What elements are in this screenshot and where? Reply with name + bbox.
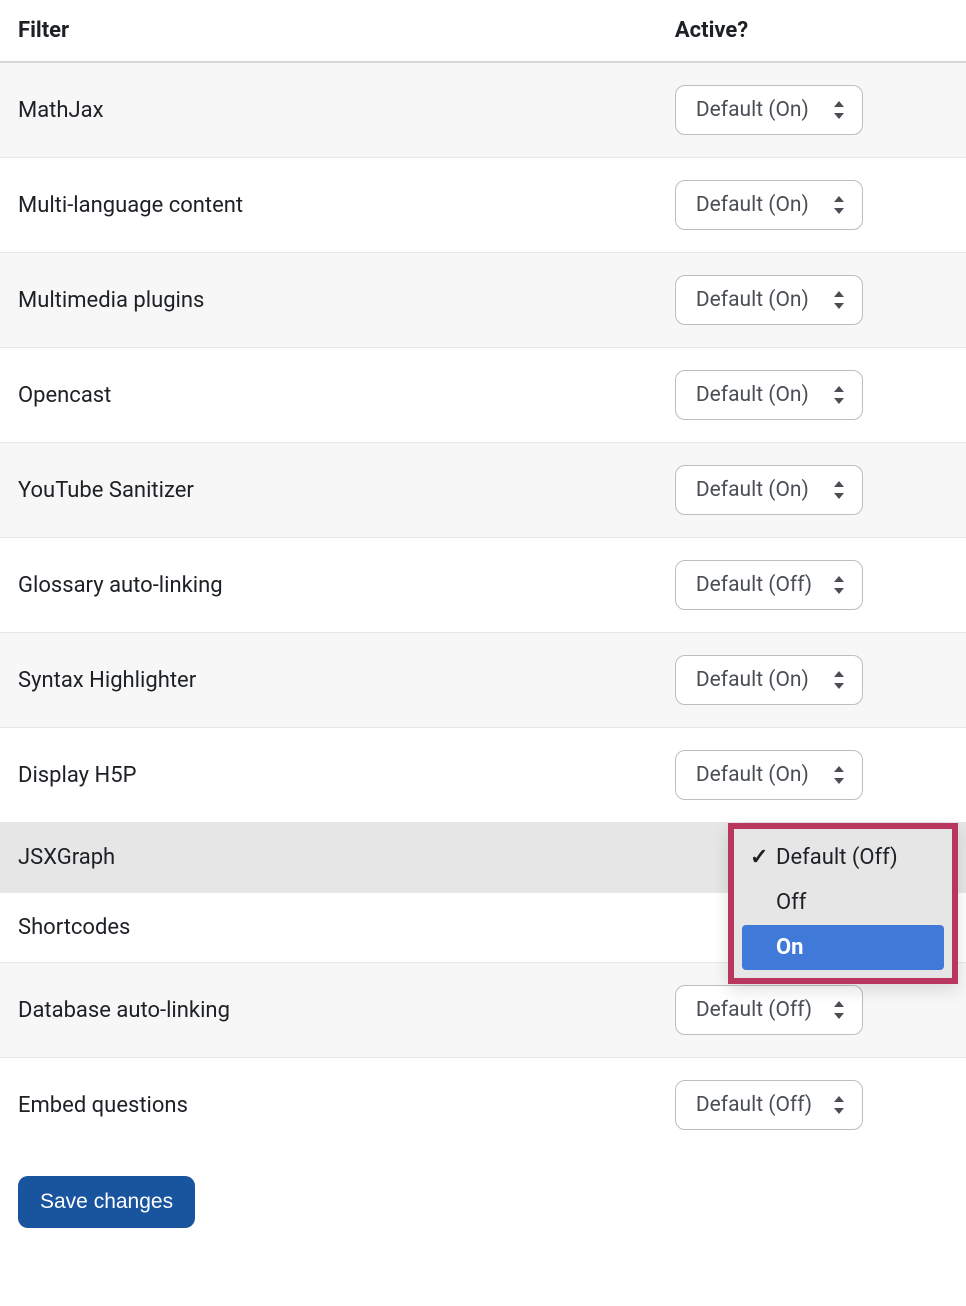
active-select-value: Default (Off): [696, 573, 812, 597]
filter-active-cell: Default (On): [657, 253, 966, 348]
dropdown-option[interactable]: ✓ Default (Off): [742, 835, 944, 880]
dropdown-option-label: Off: [776, 890, 806, 915]
table-row: YouTube Sanitizer Default (On): [0, 443, 966, 538]
filter-active-cell: Default (On): [657, 158, 966, 253]
active-select-value: Default (On): [696, 668, 809, 692]
active-select-value: Default (On): [696, 98, 809, 122]
table-row: Display H5P Default (On): [0, 728, 966, 823]
active-select[interactable]: Default (Off): [675, 1080, 863, 1130]
column-header-active: Active?: [657, 0, 966, 62]
dropdown-option-label: On: [776, 935, 804, 960]
filter-name: JSXGraph: [0, 823, 657, 893]
save-changes-button[interactable]: Save changes: [18, 1176, 195, 1228]
dropdown-option[interactable]: On: [742, 925, 944, 970]
active-select-value: Default (On): [696, 383, 809, 407]
table-row: Opencast Default (On): [0, 348, 966, 443]
filter-active-cell: Default (On): [657, 633, 966, 728]
table-row: Syntax Highlighter Default (On): [0, 633, 966, 728]
check-icon: ✓: [750, 845, 768, 870]
filter-active-cell: Default (Off): [657, 538, 966, 633]
active-select-value: Default (On): [696, 763, 809, 787]
chevron-updown-icon: [832, 766, 846, 784]
dropdown-option-label: Default (Off): [776, 845, 898, 870]
filter-name: Multimedia plugins: [0, 253, 657, 348]
table-row: Embed questions Default (Off): [0, 1058, 966, 1153]
active-select-value: Default (Off): [696, 1093, 812, 1117]
active-select-value: Default (On): [696, 193, 809, 217]
active-dropdown-open[interactable]: ✓ Default (Off) Off On: [728, 823, 958, 984]
filter-name: MathJax: [0, 62, 657, 158]
active-select[interactable]: Default (On): [675, 655, 863, 705]
chevron-updown-icon: [832, 1001, 846, 1019]
filter-active-cell: Default (Off): [657, 1058, 966, 1153]
table-row: Multimedia plugins Default (On): [0, 253, 966, 348]
filter-active-cell: ✓Default (Off)OffOn: [657, 823, 966, 893]
filters-table: Filter Active? MathJaxDefault (On)Multi-…: [0, 0, 966, 1152]
dropdown-option[interactable]: Off: [742, 880, 944, 925]
table-row: Glossary auto-linking Default (Off): [0, 538, 966, 633]
chevron-updown-icon: [832, 101, 846, 119]
active-select-value: Default (On): [696, 478, 809, 502]
filter-name: Display H5P: [0, 728, 657, 823]
chevron-updown-icon: [832, 196, 846, 214]
active-select[interactable]: Default (On): [675, 85, 863, 135]
chevron-updown-icon: [832, 386, 846, 404]
filter-active-cell: Default (On): [657, 443, 966, 538]
filter-name: Embed questions: [0, 1058, 657, 1153]
filter-name: Database auto-linking: [0, 963, 657, 1058]
chevron-updown-icon: [832, 1096, 846, 1114]
chevron-updown-icon: [832, 481, 846, 499]
filter-name: Glossary auto-linking: [0, 538, 657, 633]
active-select[interactable]: Default (On): [675, 180, 863, 230]
filter-name: Opencast: [0, 348, 657, 443]
filter-name: Multi-language content: [0, 158, 657, 253]
chevron-updown-icon: [832, 291, 846, 309]
table-row: MathJax Default (On): [0, 62, 966, 158]
active-select[interactable]: Default (On): [675, 750, 863, 800]
active-select[interactable]: Default (On): [675, 370, 863, 420]
active-select[interactable]: Default (On): [675, 465, 863, 515]
chevron-updown-icon: [832, 576, 846, 594]
filter-active-cell: Default (On): [657, 348, 966, 443]
filter-active-cell: Default (On): [657, 728, 966, 823]
table-row: Multi-language content Default (On): [0, 158, 966, 253]
active-select[interactable]: Default (On): [675, 275, 863, 325]
active-select-value: Default (Off): [696, 998, 812, 1022]
filter-name: YouTube Sanitizer: [0, 443, 657, 538]
active-select-value: Default (On): [696, 288, 809, 312]
active-select[interactable]: Default (Off): [675, 560, 863, 610]
filter-name: Syntax Highlighter: [0, 633, 657, 728]
chevron-updown-icon: [832, 671, 846, 689]
active-select[interactable]: Default (Off): [675, 985, 863, 1035]
table-row: JSXGraph✓Default (Off)OffOn: [0, 823, 966, 893]
filter-name: Shortcodes: [0, 893, 657, 963]
filter-active-cell: Default (On): [657, 62, 966, 158]
column-header-filter: Filter: [0, 0, 657, 62]
